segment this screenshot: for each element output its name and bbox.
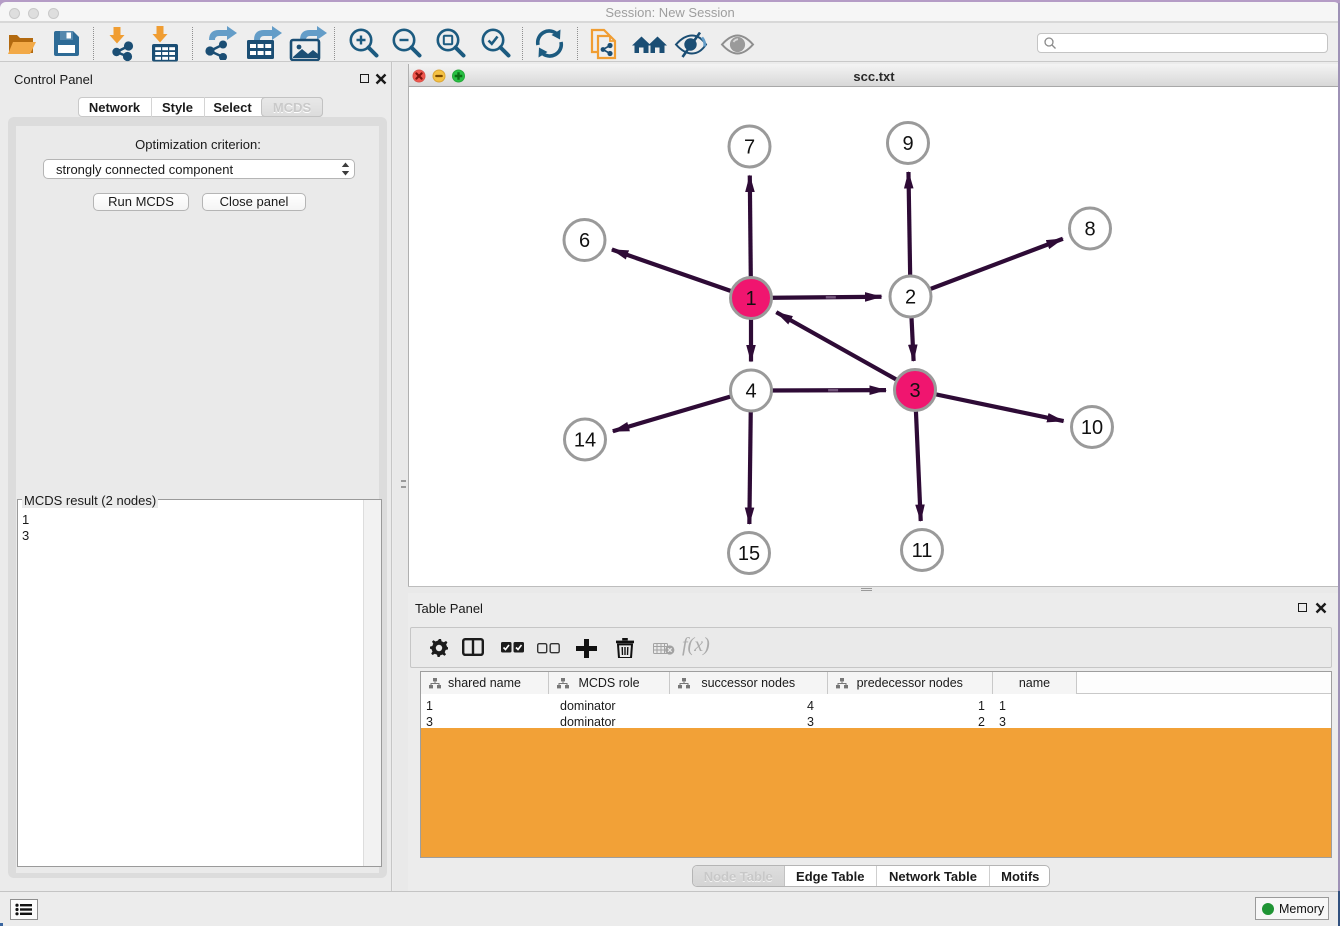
svg-text:14: 14	[574, 430, 596, 452]
svg-text:10: 10	[1081, 417, 1103, 439]
svg-text:7: 7	[744, 137, 755, 159]
svg-text:2: 2	[905, 287, 916, 309]
svg-text:1: 1	[745, 288, 756, 310]
svg-text:3: 3	[909, 380, 920, 402]
svg-text:9: 9	[902, 133, 913, 155]
svg-text:11: 11	[912, 540, 933, 562]
svg-text:8: 8	[1084, 219, 1095, 241]
svg-text:15: 15	[738, 543, 760, 565]
svg-text:4: 4	[745, 381, 756, 403]
svg-text:6: 6	[579, 230, 590, 252]
